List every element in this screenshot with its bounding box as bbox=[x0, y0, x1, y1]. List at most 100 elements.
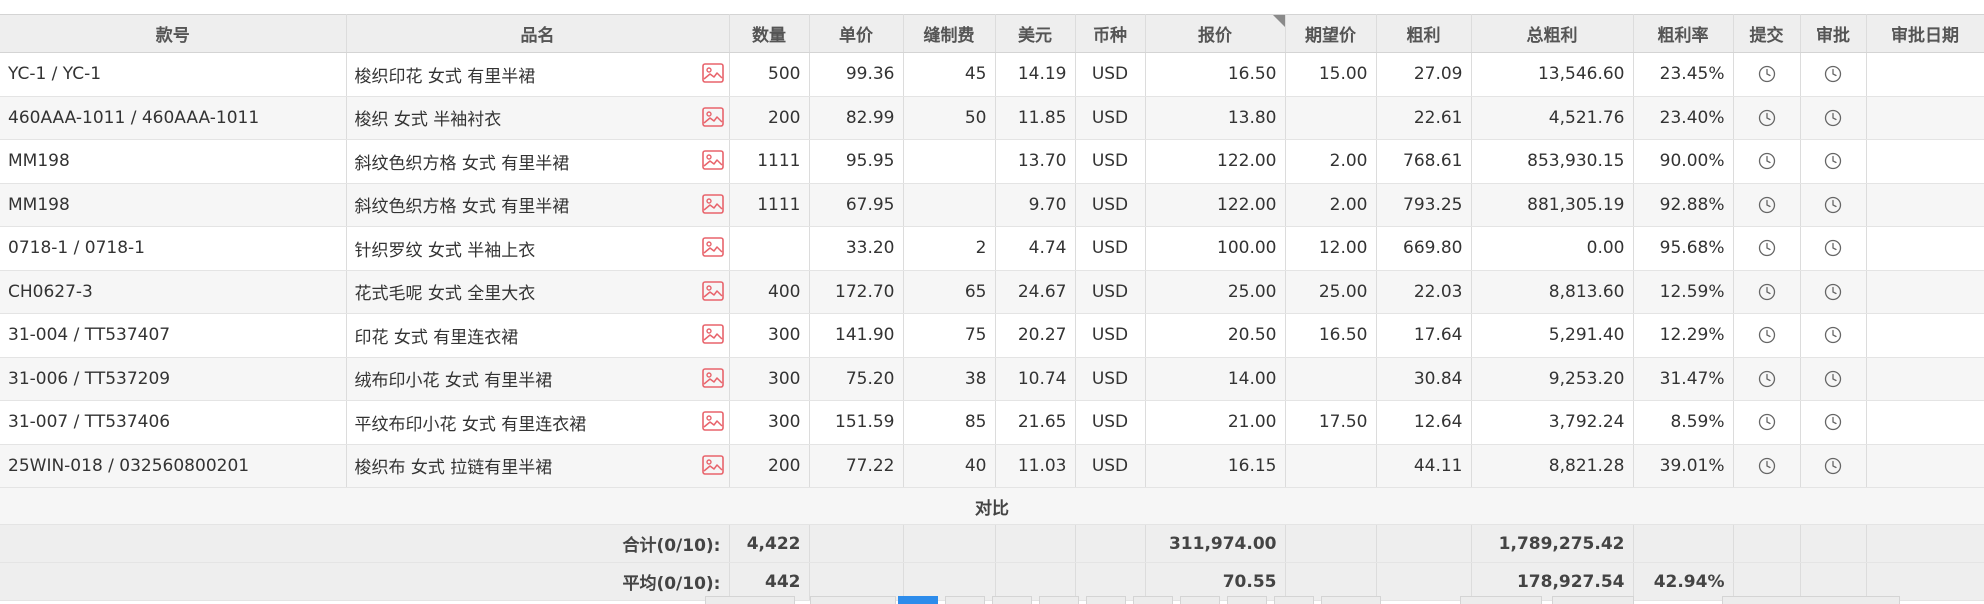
clock-icon[interactable] bbox=[1758, 239, 1776, 257]
cell-approve-date bbox=[1866, 183, 1984, 227]
cell-gross: 12.64 bbox=[1376, 400, 1472, 445]
col-header-gross[interactable]: 粗利 bbox=[1376, 14, 1472, 53]
compare-label[interactable]: 对比 bbox=[0, 487, 1984, 525]
clock-icon[interactable] bbox=[1758, 283, 1776, 301]
table-row[interactable]: 31-004 / TT537407 印花 女式 有里连衣裙 300 141.90 75 2… bbox=[0, 313, 1984, 358]
table-row[interactable]: CH0627-3 花式毛呢 女式 全里大衣 400 172.70 65 24.67 USD 2… bbox=[0, 270, 1984, 314]
image-icon[interactable] bbox=[701, 63, 724, 83]
pager-button[interactable] bbox=[1274, 596, 1314, 604]
col-header-usd[interactable]: 美元 bbox=[995, 14, 1076, 53]
pager-button[interactable] bbox=[1133, 596, 1173, 604]
image-icon[interactable] bbox=[701, 193, 724, 214]
col-header-total-gross[interactable]: 总粗利 bbox=[1471, 14, 1634, 53]
col-header-name[interactable]: 品名 bbox=[346, 14, 730, 53]
pager-button[interactable] bbox=[1460, 596, 1542, 604]
clock-icon[interactable] bbox=[1758, 152, 1776, 170]
cell-quote: 122.00 bbox=[1145, 139, 1286, 184]
pager-button[interactable] bbox=[1722, 596, 1900, 604]
pager-button[interactable] bbox=[945, 596, 985, 604]
col-header-approve-date[interactable]: 审批日期 bbox=[1866, 14, 1984, 53]
pager-button[interactable] bbox=[1227, 596, 1267, 604]
table-row[interactable]: 460AAA-1011 / 460AAA-1011 梭织 女式 半袖衬衣 200 82… bbox=[0, 96, 1984, 140]
cell-sewing-fee: 45 bbox=[903, 52, 996, 97]
clock-icon[interactable] bbox=[1824, 109, 1842, 127]
header-row: 款号 品名 数量 单价 缝制费 美元 币种 报价 期望价 粗利 总粗利 粗利率 … bbox=[0, 14, 1984, 53]
clock-icon[interactable] bbox=[1824, 65, 1842, 83]
cell-currency: USD bbox=[1075, 226, 1146, 271]
cell-unit-price: 99.36 bbox=[809, 52, 904, 97]
clock-icon[interactable] bbox=[1758, 457, 1776, 475]
cell-qty: 300 bbox=[729, 357, 810, 401]
cell-name: 针织罗纹 女式 半袖上衣 bbox=[346, 226, 730, 271]
col-header-approve[interactable]: 审批 bbox=[1800, 14, 1867, 53]
clock-icon[interactable] bbox=[1758, 196, 1776, 214]
col-header-quote[interactable]: 报价 bbox=[1145, 14, 1286, 53]
cell-rate: 12.29% bbox=[1633, 313, 1734, 358]
col-header-currency[interactable]: 币种 bbox=[1075, 14, 1146, 53]
clock-icon[interactable] bbox=[1824, 457, 1842, 475]
clock-icon[interactable] bbox=[1824, 196, 1842, 214]
col-header-qty[interactable]: 数量 bbox=[729, 14, 810, 53]
clock-icon[interactable] bbox=[1824, 326, 1842, 344]
clock-icon[interactable] bbox=[1824, 413, 1842, 431]
clock-icon[interactable] bbox=[1824, 370, 1842, 388]
cell-approve-date bbox=[1866, 139, 1984, 184]
cell-approve-date bbox=[1866, 96, 1984, 140]
col-header-expected[interactable]: 期望价 bbox=[1285, 14, 1377, 53]
cell-expected: 16.50 bbox=[1285, 313, 1377, 358]
total-row: 合计(0/10): 4,422 311,974.00 1,789,275.42 bbox=[0, 524, 1984, 563]
image-icon[interactable] bbox=[701, 367, 724, 388]
pager-button[interactable] bbox=[1180, 596, 1220, 604]
table-row[interactable]: MM198 斜纹色织方格 女式 有里半裙 1111 67.95 9.70 USD 122.0… bbox=[0, 183, 1984, 227]
clock-icon[interactable] bbox=[1824, 152, 1842, 170]
clock-icon[interactable] bbox=[1758, 413, 1776, 431]
col-header-unit-price[interactable]: 单价 bbox=[809, 14, 904, 53]
cell-name: 印花 女式 有里连衣裙 bbox=[346, 313, 730, 358]
cell-quote: 13.80 bbox=[1145, 96, 1286, 140]
cell-approve-date bbox=[1866, 400, 1984, 445]
image-icon[interactable] bbox=[701, 280, 724, 301]
cell-approve bbox=[1800, 96, 1867, 140]
table-row[interactable]: 25WIN-018 / 032560800201 梭织布 女式 拉链有里半裙 200… bbox=[0, 444, 1984, 488]
pager-button[interactable] bbox=[810, 596, 896, 604]
pager-button[interactable] bbox=[705, 596, 795, 604]
table-row[interactable]: 0718-1 / 0718-1 针织罗纹 女式 半袖上衣 33.20 2 4.74 USD… bbox=[0, 226, 1984, 271]
image-icon[interactable] bbox=[701, 324, 724, 344]
col-header-code[interactable]: 款号 bbox=[0, 14, 347, 53]
col-header-submit[interactable]: 提交 bbox=[1733, 14, 1801, 53]
image-icon[interactable] bbox=[701, 150, 724, 170]
table-row[interactable]: MM198 斜纹色织方格 女式 有里半裙 1111 95.95 13.70 USD 122.… bbox=[0, 139, 1984, 184]
cell-sewing-fee: 40 bbox=[903, 444, 996, 488]
clock-icon[interactable] bbox=[1824, 283, 1842, 301]
sort-corner-icon[interactable] bbox=[1272, 15, 1284, 27]
table-row[interactable]: 31-007 / TT537406 平纹布印小花 女式 有里连衣裙 300 151.5… bbox=[0, 400, 1984, 445]
image-icon[interactable] bbox=[701, 411, 724, 431]
pager-button[interactable] bbox=[1552, 596, 1634, 604]
clock-icon[interactable] bbox=[1758, 370, 1776, 388]
cell-rate: 92.88% bbox=[1633, 183, 1734, 227]
clock-icon[interactable] bbox=[1824, 239, 1842, 257]
clock-icon[interactable] bbox=[1758, 65, 1776, 83]
image-icon[interactable] bbox=[701, 106, 724, 127]
clock-icon[interactable] bbox=[1758, 326, 1776, 344]
cell-usd: 13.70 bbox=[995, 139, 1076, 184]
clock-icon[interactable] bbox=[1758, 109, 1776, 127]
col-header-sewing-fee[interactable]: 缝制费 bbox=[903, 14, 996, 53]
cell-unit-price: 172.70 bbox=[809, 270, 904, 314]
pager-button[interactable] bbox=[992, 596, 1032, 604]
cell-approve bbox=[1800, 52, 1867, 97]
table-row[interactable]: 31-006 / TT537209 绒布印小花 女式 有里半裙 300 75.20 38… bbox=[0, 357, 1984, 401]
cell-total-gross: 3,792.24 bbox=[1471, 400, 1634, 445]
cell-submit bbox=[1733, 357, 1801, 401]
cell-code: 31-006 / TT537209 bbox=[0, 357, 347, 401]
image-icon[interactable] bbox=[701, 454, 724, 475]
pager-button[interactable] bbox=[1321, 596, 1381, 604]
top-strip bbox=[0, 0, 1984, 14]
col-header-rate[interactable]: 粗利率 bbox=[1633, 14, 1734, 53]
pager-button[interactable] bbox=[1086, 596, 1126, 604]
image-icon[interactable] bbox=[701, 237, 724, 257]
table-row[interactable]: YC-1 / YC-1 梭织印花 女式 有里半裙 500 99.36 45 14.19 US… bbox=[0, 52, 1984, 97]
pager-button[interactable] bbox=[1039, 596, 1079, 604]
pager-button-current[interactable] bbox=[898, 596, 938, 604]
cell-total-gross: 0.00 bbox=[1471, 226, 1634, 271]
